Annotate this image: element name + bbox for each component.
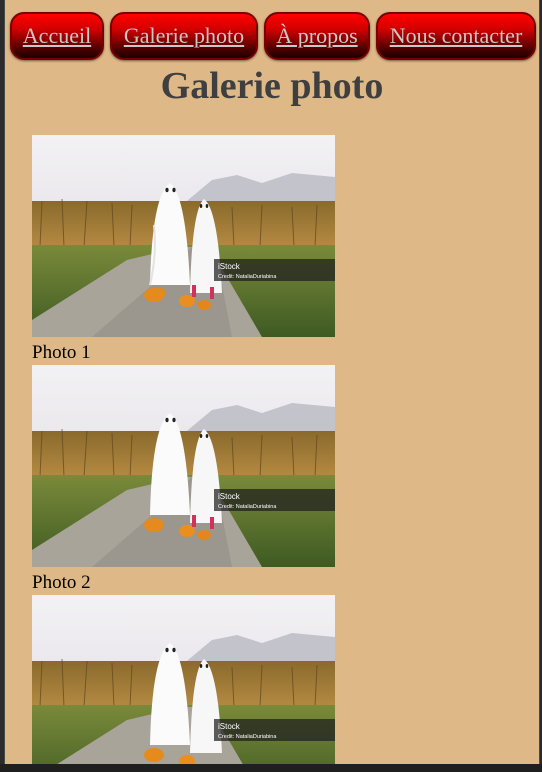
watermark-credit: Credit: NataliaDuriabina bbox=[218, 504, 277, 510]
watermark-brand: iStock bbox=[218, 722, 241, 731]
photo-caption: Photo 1 bbox=[32, 342, 91, 363]
nav-button-a-propos[interactable]: À propos bbox=[264, 12, 370, 60]
nav-button-nous-contacter[interactable]: Nous contacter bbox=[376, 12, 536, 60]
nav-button-accueil[interactable]: Accueil bbox=[10, 12, 104, 60]
page-title: Galerie photo bbox=[160, 65, 384, 107]
nav-label-a-propos[interactable]: À propos bbox=[276, 23, 357, 49]
nav-label-nous-contacter[interactable]: Nous contacter bbox=[390, 23, 523, 49]
watermark-credit: Credit: NataliaDuriabina bbox=[218, 274, 277, 280]
main-navigation: Accueil Galerie photo À propos Nous cont… bbox=[8, 12, 538, 64]
photo-gallery: iStock Credit: NataliaDuriabina Photo 1 bbox=[32, 135, 352, 764]
nav-label-accueil[interactable]: Accueil bbox=[23, 23, 91, 49]
gallery-item: iStock Credit: NataliaDuriabina Photo 2 bbox=[32, 365, 335, 595]
page-container: Accueil Galerie photo À propos Nous cont… bbox=[4, 0, 540, 764]
watermark-brand: iStock bbox=[218, 492, 241, 501]
gallery-item: iStock Credit: NataliaDuriabina Photo 1 bbox=[32, 135, 335, 365]
watermark-brand: iStock bbox=[218, 262, 241, 271]
window-bottom-edge bbox=[0, 764, 542, 772]
gallery-photo[interactable]: iStock Credit: NataliaDuriabina bbox=[32, 365, 335, 567]
nav-button-galerie-photo[interactable]: Galerie photo bbox=[110, 12, 258, 60]
gallery-item: iStock Credit: NataliaDuriabina bbox=[32, 595, 335, 764]
gallery-photo[interactable]: iStock Credit: NataliaDuriabina bbox=[32, 135, 335, 337]
nav-label-galerie-photo[interactable]: Galerie photo bbox=[124, 23, 244, 49]
watermark-credit: Credit: NataliaDuriabina bbox=[218, 734, 277, 740]
photo-caption: Photo 2 bbox=[32, 572, 91, 593]
gallery-photo[interactable]: iStock Credit: NataliaDuriabina bbox=[32, 595, 335, 764]
